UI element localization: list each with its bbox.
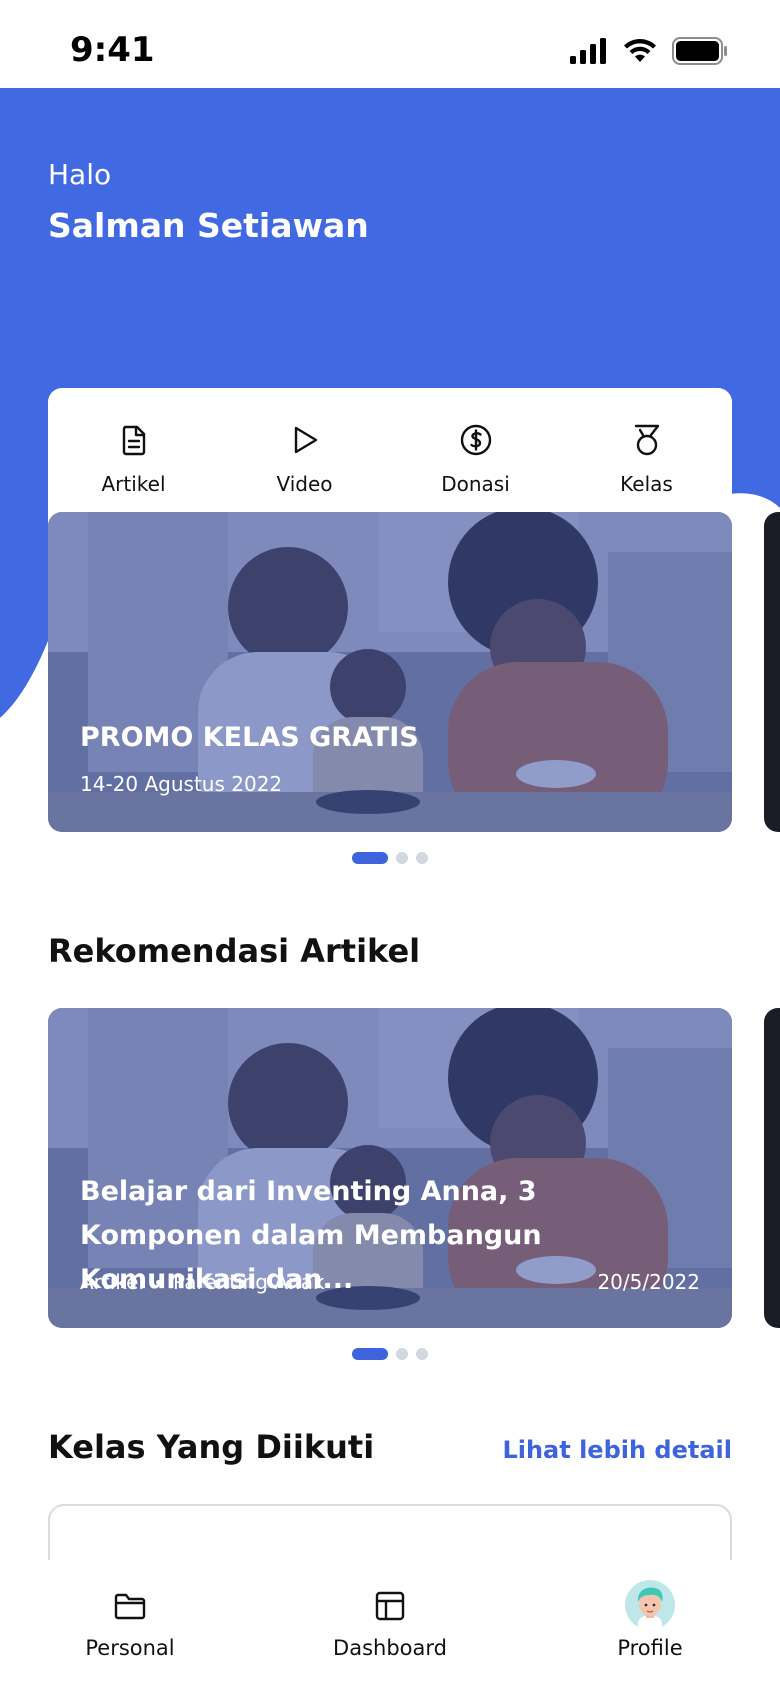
quick-menu-label: Video xyxy=(276,472,333,496)
article-topic: Parenting Anak xyxy=(173,1270,325,1294)
tab-label: Personal xyxy=(85,1636,175,1660)
user-name: Salman Setiawan xyxy=(48,206,369,245)
carousel-dot[interactable] xyxy=(416,1348,428,1360)
promo-carousel-dots xyxy=(352,852,428,864)
classes-section-title: Kelas Yang Diikuti xyxy=(48,1428,375,1466)
battery-icon xyxy=(672,37,727,65)
status-time: 9:41 xyxy=(70,30,155,70)
quick-menu-label: Artikel xyxy=(101,472,166,496)
carousel-dot[interactable] xyxy=(416,852,428,864)
tab-dashboard[interactable]: Dashboard xyxy=(310,1588,470,1660)
article-category: Artikel xyxy=(80,1270,145,1294)
article-date: 20/5/2022 xyxy=(597,1270,700,1294)
dollar-circle-icon xyxy=(460,424,491,456)
greeting-text: Halo xyxy=(48,158,112,191)
see-more-link[interactable]: Lihat lebih detail xyxy=(502,1436,732,1464)
bottom-tab-bar: Personal Dashboard Profile xyxy=(0,1560,780,1688)
cellular-signal-icon xyxy=(570,38,606,64)
folder-icon xyxy=(114,1593,146,1620)
play-icon xyxy=(294,426,317,454)
tab-label: Dashboard xyxy=(333,1636,447,1660)
carousel-dot[interactable] xyxy=(396,852,408,864)
document-icon xyxy=(122,425,145,456)
status-icons xyxy=(570,36,728,66)
tab-personal[interactable]: Personal xyxy=(50,1588,210,1660)
meta-separator-dot xyxy=(156,1279,162,1285)
status-bar: 9:41 xyxy=(0,0,780,88)
layout-icon xyxy=(375,1591,405,1621)
carousel-dot-active[interactable] xyxy=(352,1348,388,1360)
wifi-icon xyxy=(624,39,656,62)
next-banner-peek[interactable] xyxy=(764,512,780,832)
recommendation-section-title: Rekomendasi Artikel xyxy=(48,932,421,970)
tab-profile[interactable]: Profile xyxy=(570,1580,730,1660)
medal-icon xyxy=(634,424,659,456)
quick-menu-label: Kelas xyxy=(620,472,673,496)
carousel-dot-active[interactable] xyxy=(352,852,388,864)
banner-date: 14-20 Agustus 2022 xyxy=(80,772,283,796)
tab-label: Profile xyxy=(617,1636,683,1660)
article-card[interactable]: Belajar dari Inventing Anna, 3 Komponen … xyxy=(48,1008,732,1328)
promo-banner[interactable]: PROMO KELAS GRATIS 14-20 Agustus 2022 xyxy=(48,512,732,832)
article-carousel-dots xyxy=(352,1348,428,1360)
carousel-dot[interactable] xyxy=(396,1348,408,1360)
next-article-peek[interactable] xyxy=(764,1008,780,1328)
banner-title: PROMO KELAS GRATIS xyxy=(80,722,419,753)
quick-menu-label: Donasi xyxy=(441,472,510,496)
article-meta: Artikel Parenting Anak xyxy=(80,1270,325,1294)
avatar xyxy=(625,1580,675,1630)
